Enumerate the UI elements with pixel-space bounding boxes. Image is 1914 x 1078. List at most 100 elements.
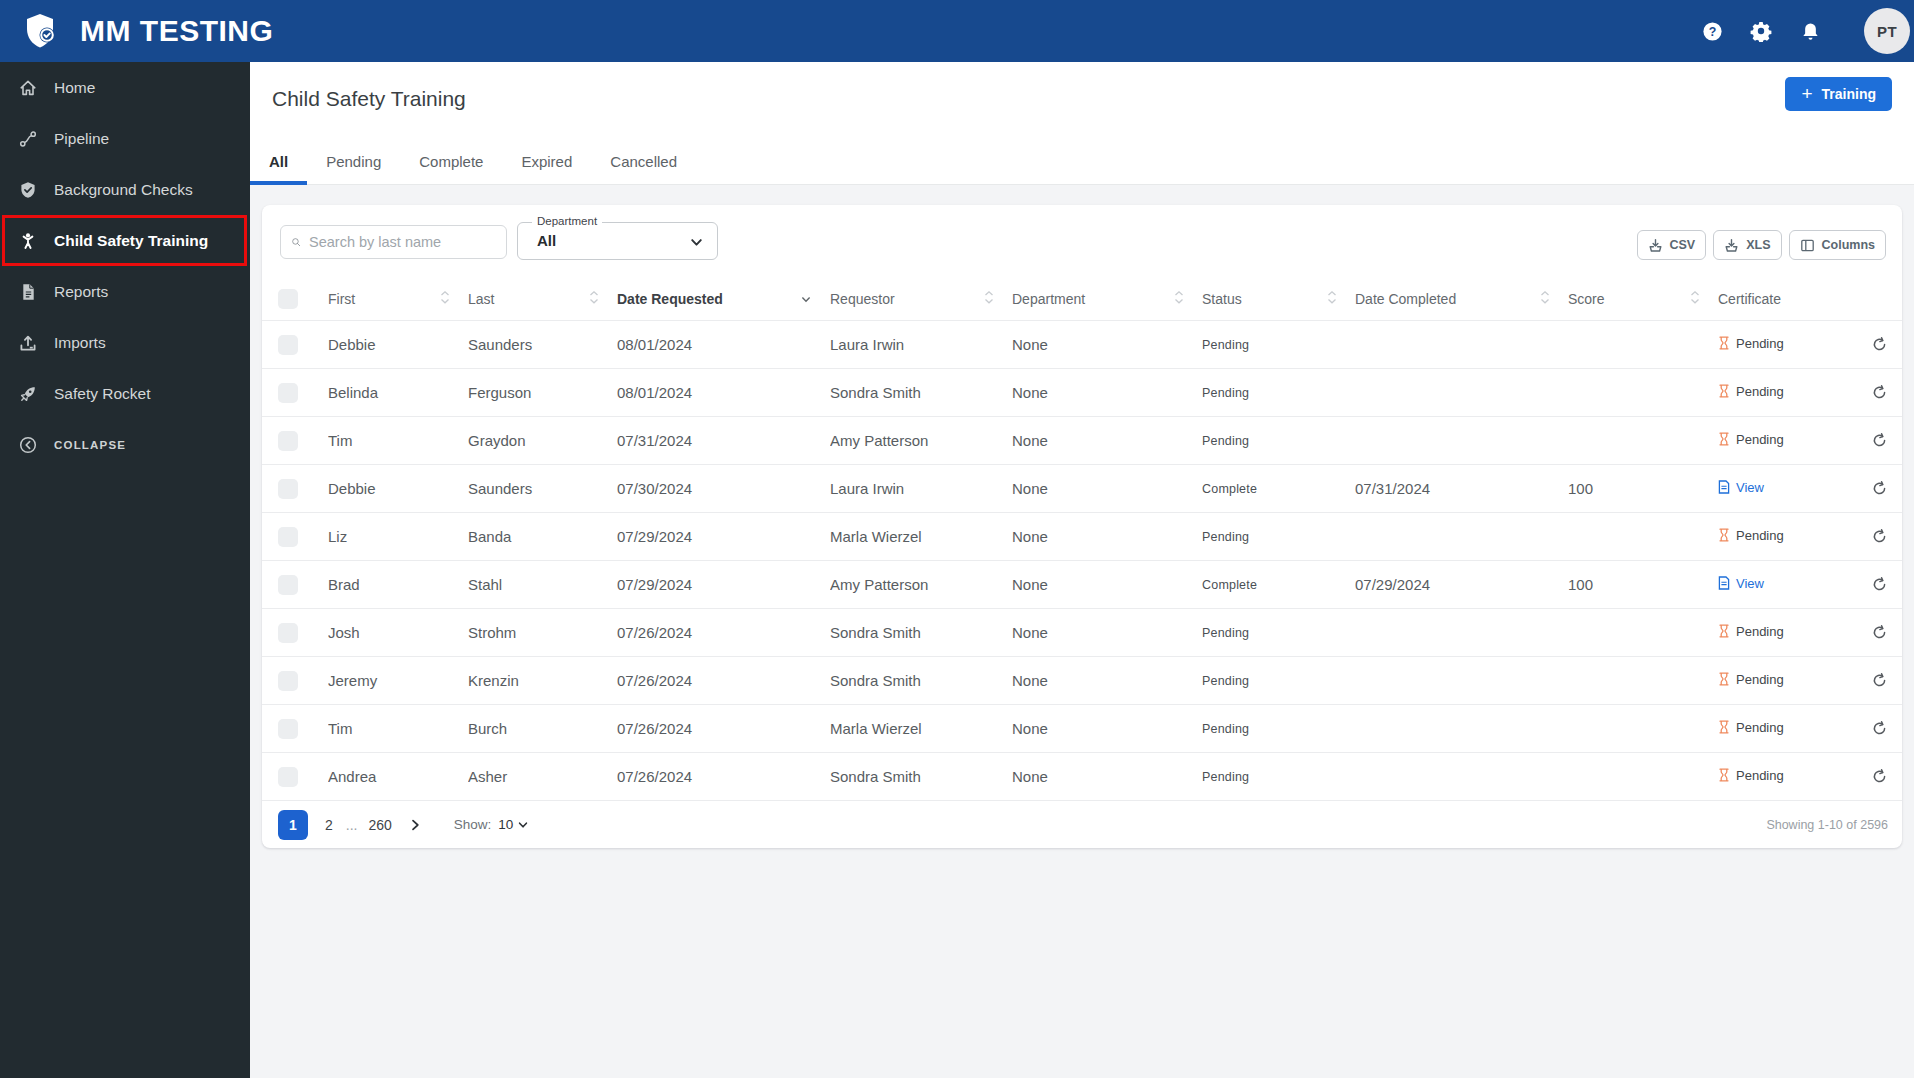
refresh-icon[interactable] [1871, 528, 1888, 545]
help-icon[interactable]: ? [1701, 20, 1723, 42]
sort-icon [1540, 290, 1550, 308]
row-checkbox[interactable] [278, 623, 298, 643]
sort-desc-icon [800, 291, 812, 307]
tab-pending[interactable]: Pending [307, 142, 400, 185]
row-checkbox[interactable] [278, 335, 298, 355]
refresh-icon[interactable] [1871, 480, 1888, 497]
column-header-department[interactable]: Department [1012, 290, 1202, 308]
page-button-1[interactable]: 1 [278, 810, 308, 840]
cell-department: None [1012, 576, 1202, 593]
tab-complete[interactable]: Complete [400, 142, 502, 185]
row-checkbox[interactable] [278, 719, 298, 739]
export-csv-button[interactable]: CSV [1637, 230, 1707, 260]
row-checkbox[interactable] [278, 767, 298, 787]
page-button-last[interactable]: 260 [368, 817, 391, 833]
sidebar-item-reports[interactable]: Reports [0, 266, 250, 317]
cell-department: None [1012, 624, 1202, 641]
row-checkbox[interactable] [278, 575, 298, 595]
department-select-value: All [537, 232, 556, 249]
sidebar-item-background-checks[interactable]: Background Checks [0, 164, 250, 215]
sidebar-item-pipeline[interactable]: Pipeline [0, 113, 250, 164]
refresh-icon[interactable] [1871, 336, 1888, 353]
tab-cancelled[interactable]: Cancelled [591, 142, 696, 185]
sidebar-item-safety-rocket[interactable]: Safety Rocket [0, 368, 250, 419]
show-label: Show: [454, 817, 492, 832]
tab-expired[interactable]: Expired [502, 142, 591, 185]
row-checkbox[interactable] [278, 383, 298, 403]
column-header-score[interactable]: Score [1568, 290, 1718, 308]
search-input[interactable] [309, 234, 496, 250]
certificate-pending-badge: Pending [1718, 528, 1784, 543]
next-page-chevron-icon[interactable] [408, 818, 422, 832]
cell-status: Pending [1202, 722, 1355, 736]
table-row: TimBurch07/26/2024Marla WierzelNonePendi… [262, 704, 1902, 752]
gear-icon[interactable] [1750, 20, 1772, 42]
show-per-page-select[interactable]: 10 [498, 817, 529, 832]
export-xls-button[interactable]: XLS [1713, 230, 1781, 260]
department-select[interactable]: Department All [517, 222, 718, 260]
column-header-status[interactable]: Status [1202, 290, 1355, 308]
certificate-pending-badge: Pending [1718, 720, 1784, 735]
refresh-icon[interactable] [1871, 768, 1888, 785]
hourglass-icon [1718, 336, 1730, 350]
certificate-view-link[interactable]: View [1718, 576, 1764, 591]
cell-first: Tim [328, 720, 468, 737]
sidebar-item-child-safety-training[interactable]: Child Safety Training [2, 215, 247, 266]
column-header-first[interactable]: First [328, 290, 468, 308]
cell-certificate: Pending [1718, 336, 1858, 354]
refresh-icon[interactable] [1871, 672, 1888, 689]
avatar[interactable]: PT [1864, 8, 1910, 54]
content-area: Department All CSV XLS Columns [250, 185, 1914, 1078]
cell-score: 100 [1568, 480, 1718, 497]
search-box[interactable] [280, 225, 507, 259]
cell-status: Pending [1202, 338, 1355, 352]
bell-icon[interactable] [1799, 20, 1821, 42]
sidebar-item-home[interactable]: Home [0, 62, 250, 113]
cell-date-requested: 08/01/2024 [617, 336, 830, 353]
row-checkbox[interactable] [278, 671, 298, 691]
certificate-document-icon [1718, 576, 1730, 590]
hourglass-icon [1718, 432, 1730, 446]
column-header-requestor[interactable]: Requestor [830, 290, 1012, 308]
tab-all[interactable]: All [250, 142, 307, 185]
cell-requestor: Sondra Smith [830, 384, 1012, 401]
row-checkbox[interactable] [278, 479, 298, 499]
cell-status: Pending [1202, 386, 1355, 400]
cell-first: Liz [328, 528, 468, 545]
columns-button[interactable]: Columns [1789, 230, 1886, 260]
upload-icon [19, 334, 37, 352]
refresh-icon[interactable] [1871, 384, 1888, 401]
cell-last: Strohm [468, 624, 617, 641]
certificate-view-link[interactable]: View [1718, 480, 1764, 495]
cell-certificate: View [1718, 480, 1858, 498]
cell-department: None [1012, 768, 1202, 785]
cell-date-requested: 07/26/2024 [617, 624, 830, 641]
select-all-checkbox[interactable] [278, 289, 298, 309]
row-checkbox[interactable] [278, 431, 298, 451]
refresh-icon[interactable] [1871, 432, 1888, 449]
add-training-button[interactable]: + Training [1785, 77, 1892, 111]
table-row: JoshStrohm07/26/2024Sondra SmithNonePend… [262, 608, 1902, 656]
column-header-date-completed[interactable]: Date Completed [1355, 290, 1568, 308]
cell-certificate: Pending [1718, 528, 1858, 546]
row-checkbox[interactable] [278, 527, 298, 547]
refresh-icon[interactable] [1871, 624, 1888, 641]
refresh-icon[interactable] [1871, 720, 1888, 737]
cell-date-requested: 07/29/2024 [617, 528, 830, 545]
cell-status: Pending [1202, 434, 1355, 448]
page-title: Child Safety Training [272, 87, 466, 111]
table-row: BelindaFerguson08/01/2024Sondra SmithNon… [262, 368, 1902, 416]
sidebar-collapse-button[interactable]: COLLAPSE [0, 419, 250, 470]
cell-last: Burch [468, 720, 617, 737]
report-document-icon [19, 283, 37, 301]
sidebar-item-imports[interactable]: Imports [0, 317, 250, 368]
column-header-last[interactable]: Last [468, 290, 617, 308]
cell-certificate: Pending [1718, 768, 1858, 786]
plus-icon: + [1801, 84, 1812, 103]
page-button-2[interactable]: 2 [325, 817, 333, 833]
svg-text:?: ? [1708, 24, 1716, 38]
column-header-date-requested[interactable]: Date Requested [617, 291, 830, 307]
refresh-icon[interactable] [1871, 576, 1888, 593]
cell-status: Pending [1202, 770, 1355, 784]
cell-first: Debbie [328, 336, 468, 353]
